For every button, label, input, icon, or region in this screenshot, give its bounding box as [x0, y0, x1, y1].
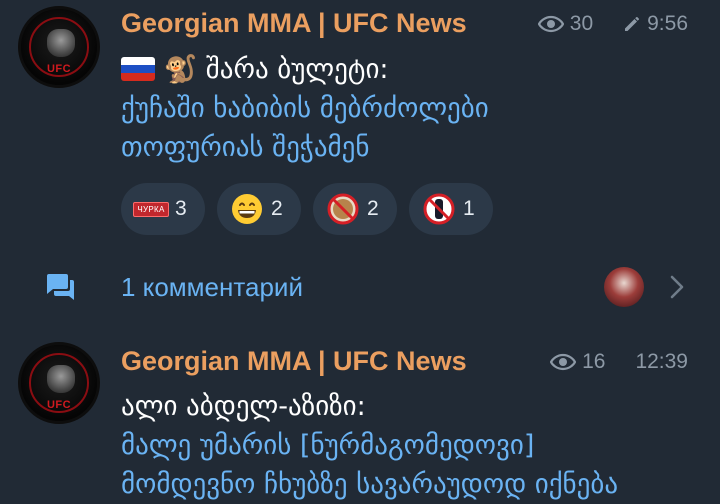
- views-count: 16: [582, 350, 606, 373]
- post-time: 12:39: [635, 350, 688, 373]
- gorilla-logo-icon: [47, 365, 75, 393]
- reactions-bar: ЧУРКА 3 2 2 1: [121, 183, 493, 235]
- channel-avatar[interactable]: UFC: [18, 6, 100, 88]
- reaction-count: 2: [271, 197, 283, 220]
- message-line-1: ალი აბდელ-აზიზი:: [121, 391, 366, 422]
- message-line-3[interactable]: თოფურიას შეჭამენ: [121, 128, 489, 167]
- grinning-face-icon: [231, 193, 263, 225]
- comments-row[interactable]: 1 комментарий: [0, 258, 720, 318]
- reaction-chupa[interactable]: ЧУРКА 3: [121, 183, 205, 235]
- channel-avatar[interactable]: UFC: [18, 342, 100, 424]
- russia-flag-icon: [121, 57, 155, 81]
- channel-name[interactable]: Georgian MMA | UFC News: [121, 346, 467, 377]
- message-line-3[interactable]: მომდევნო ჩხუბზე სავარაუდოდ იქნება: [121, 465, 618, 504]
- chevron-right-icon[interactable]: [668, 274, 686, 300]
- gorilla-logo-icon: [47, 29, 75, 57]
- commenter-avatar: [604, 267, 644, 307]
- post-time: 9:56: [647, 12, 688, 35]
- message-meta: 16 12:39: [550, 350, 688, 374]
- comments-count-label[interactable]: 1 комментарий: [121, 272, 303, 303]
- views-count: 30: [569, 12, 594, 35]
- edited-pencil-icon: [625, 17, 640, 31]
- comments-icon: [47, 274, 74, 300]
- reaction-count: 2: [367, 197, 379, 220]
- reaction-count: 1: [463, 197, 475, 220]
- message-text: 🐒 შარა ბულეტი: ქუჩაში ხაბიბის მებრძოლები…: [121, 50, 489, 167]
- message-line-2[interactable]: მალე უმარის [ნურმაგომედოვი]: [121, 426, 618, 465]
- chupa-sticker-icon: ЧУРКА: [133, 193, 169, 225]
- reaction-prohibited-sticker[interactable]: 2: [313, 183, 397, 235]
- reaction-count: 3: [175, 197, 187, 220]
- channel-name[interactable]: Georgian MMA | UFC News: [121, 8, 467, 39]
- message-line-1: 🐒 შარა ბულეტი:: [121, 50, 489, 89]
- views-eye-icon: [537, 15, 564, 33]
- ufc-logo: UFC: [46, 63, 72, 75]
- prohibited-figure-icon: [423, 193, 455, 225]
- prohibited-sticker-icon: [327, 193, 359, 225]
- message-meta: 30 9:56: [537, 12, 688, 36]
- views-eye-icon: [550, 353, 577, 371]
- message-line-2[interactable]: ქუჩაში ხაბიბის მებრძოლები: [121, 89, 489, 128]
- reaction-prohibited-figure[interactable]: 1: [409, 183, 493, 235]
- message-text: ალი აბდელ-აზიზი: მალე უმარის [ნურმაგომედ…: [121, 387, 618, 504]
- reaction-grin[interactable]: 2: [217, 183, 301, 235]
- ufc-logo: UFC: [46, 399, 72, 411]
